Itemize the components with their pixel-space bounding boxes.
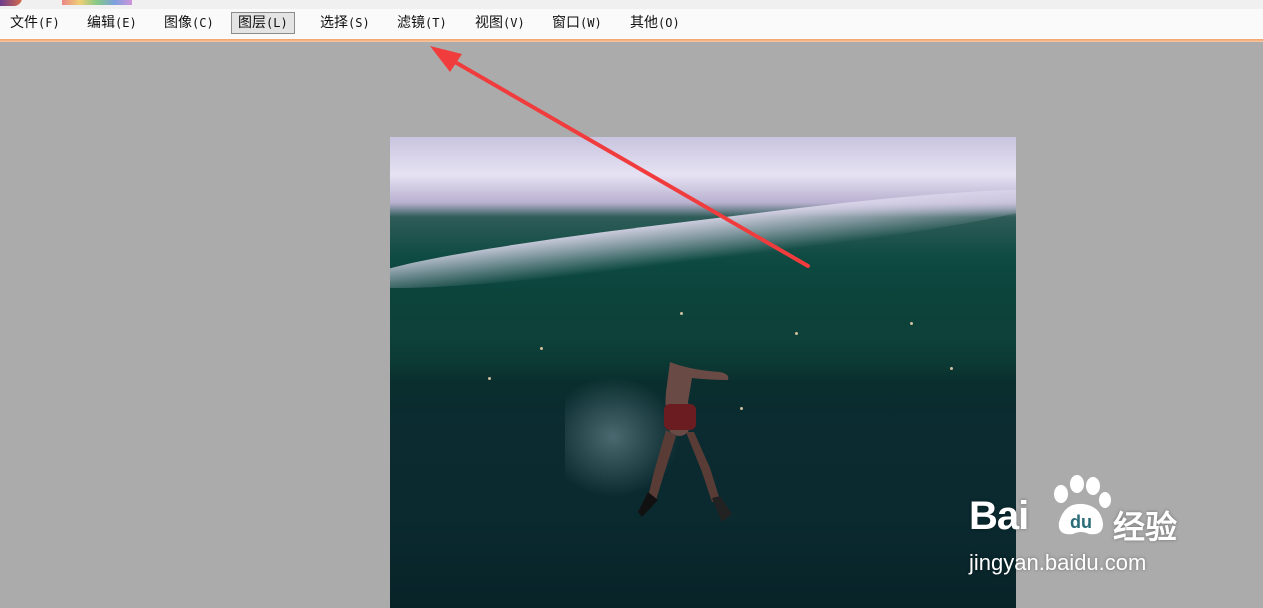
sparkle (488, 377, 491, 380)
sparkle (795, 332, 798, 335)
menu-image[interactable]: 图像(C) (158, 12, 220, 34)
menu-label: 图层 (238, 15, 266, 31)
menu-label: 窗口 (552, 15, 580, 31)
menu-label: 选择 (320, 15, 348, 31)
swimmer-figure (638, 362, 732, 522)
menu-layer[interactable]: 图层(L) (231, 12, 295, 34)
menu-label: 视图 (475, 15, 503, 31)
title-color-fragment (62, 0, 132, 5)
menu-select[interactable]: 选择(S) (314, 12, 376, 34)
menu-hotkey: (V) (503, 16, 525, 30)
menu-label: 其他 (630, 15, 658, 31)
menu-hotkey: (T) (425, 16, 447, 30)
menu-edit[interactable]: 编辑(E) (81, 12, 143, 34)
menu-other[interactable]: 其他(O) (624, 12, 686, 34)
menu-hotkey: (O) (658, 16, 680, 30)
menu-label: 文件 (10, 15, 38, 31)
sparkle (540, 347, 543, 350)
menu-bar: 文件(F) 编辑(E) 图像(C) 图层(L) 选择(S) 滤镜(T) 视图(V… (0, 9, 1263, 42)
menu-hotkey: (C) (192, 16, 214, 30)
sparkle (910, 322, 913, 325)
menu-hotkey: (F) (38, 16, 60, 30)
underwater-photo[interactable] (390, 137, 1016, 608)
menu-label: 编辑 (87, 15, 115, 31)
menu-hotkey: (W) (580, 16, 602, 30)
menu-label: 图像 (164, 15, 192, 31)
menu-view[interactable]: 视图(V) (469, 12, 531, 34)
menu-hotkey: (E) (115, 16, 137, 30)
menu-hotkey: (L) (266, 16, 288, 30)
menu-hotkey: (S) (348, 16, 370, 30)
menu-label: 滤镜 (397, 15, 425, 31)
sparkle (950, 367, 953, 370)
menu-file[interactable]: 文件(F) (4, 12, 66, 34)
menu-window[interactable]: 窗口(W) (546, 12, 608, 34)
menu-filter[interactable]: 滤镜(T) (391, 12, 453, 34)
water-surface (390, 177, 1016, 301)
sparkle (680, 312, 683, 315)
app-logo-icon (0, 0, 22, 6)
